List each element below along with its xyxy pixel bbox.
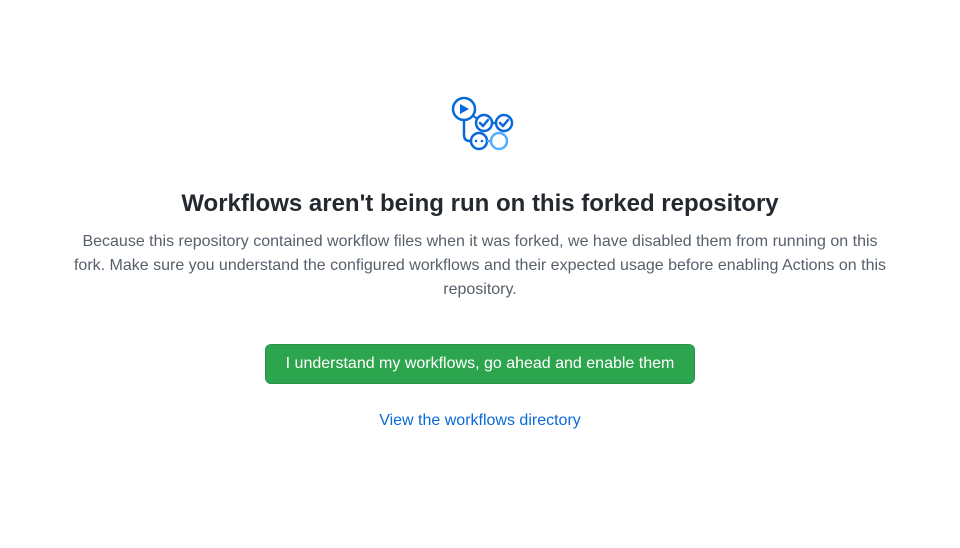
view-workflows-link[interactable]: View the workflows directory	[379, 412, 581, 430]
page-heading: Workflows aren't being run on this forke…	[181, 190, 778, 218]
workflows-icon	[444, 95, 516, 172]
enable-workflows-button[interactable]: I understand my workflows, go ahead and …	[265, 344, 696, 384]
page-description: Because this repository contained workfl…	[70, 230, 890, 302]
